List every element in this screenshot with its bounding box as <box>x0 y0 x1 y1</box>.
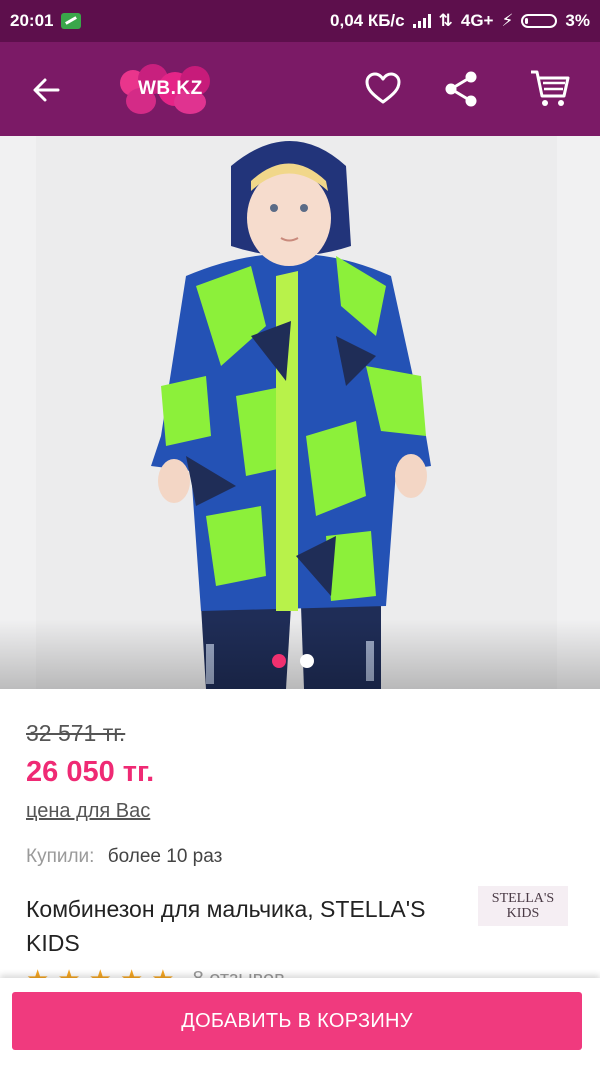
heart-icon <box>365 72 401 104</box>
product-photo <box>36 136 557 689</box>
purchase-count: Купили: более 10 раз <box>26 846 222 868</box>
bottom-action-bar: ДОБАВИТЬ В КОРЗИНУ <box>0 978 600 1065</box>
app-bar: WB.KZ <box>0 42 600 136</box>
share-icon <box>445 71 477 107</box>
back-button[interactable] <box>26 70 66 110</box>
logo-text: WB.KZ <box>138 78 203 99</box>
product-image-gallery[interactable] <box>0 136 600 689</box>
notification-app-icon <box>61 13 82 29</box>
current-price: 26 050 тг. <box>26 756 155 788</box>
status-time: 20:01 <box>10 11 54 30</box>
brand-logo[interactable]: STELLA'S KIDS <box>478 886 568 926</box>
status-bar: 20:01 0,04 КБ/с ⇅ 4G+ ⚡ 3% <box>0 0 600 42</box>
signal-icon <box>412 14 431 28</box>
brand-line-1: STELLA'S <box>491 891 555 906</box>
add-to-cart-button[interactable]: ДОБАВИТЬ В КОРЗИНУ <box>12 992 582 1050</box>
brand-line-2: KIDS <box>506 906 540 921</box>
personal-price-link[interactable]: цена для Вас <box>26 800 150 823</box>
battery-icon <box>521 14 558 28</box>
cart-icon <box>531 70 570 106</box>
back-arrow-icon <box>33 78 60 102</box>
network-speed: 0,04 КБ/с <box>330 11 405 30</box>
purchase-count-label: Купили: <box>26 846 95 867</box>
wb-logo[interactable]: WB.KZ <box>118 64 218 114</box>
network-type: 4G+ <box>460 11 494 30</box>
data-arrows-icon: ⇅ <box>438 11 453 30</box>
gallery-dot-1[interactable] <box>272 654 286 668</box>
charging-icon: ⚡ <box>501 11 514 30</box>
cart-button[interactable] <box>528 66 572 110</box>
gallery-pagination <box>272 654 314 668</box>
old-price: 32 571 тг. <box>26 720 126 746</box>
gallery-dot-2[interactable] <box>300 654 314 668</box>
favorite-button[interactable] <box>362 68 404 110</box>
share-button[interactable] <box>440 68 482 110</box>
battery-level: 3% <box>565 11 590 30</box>
purchase-count-value: более 10 раз <box>107 846 223 867</box>
product-title: Комбинезон для мальчика, STELLA'S KIDS <box>26 896 426 956</box>
